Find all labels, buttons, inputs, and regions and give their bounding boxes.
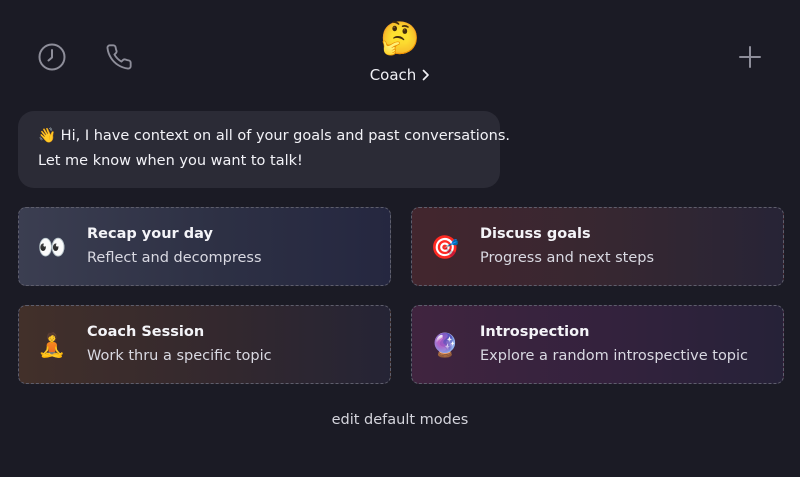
coach-message-bubble: 👋 Hi, I have context on all of your goal… <box>18 111 511 188</box>
new-chat-button[interactable] <box>732 39 768 75</box>
mode-card-recap-your-day[interactable]: 👀 Recap your day Reflect and decompress <box>18 207 391 286</box>
target-icon: 🎯 <box>430 234 460 261</box>
mode-description: Progress and next steps <box>480 250 655 266</box>
meditation-icon: 🧘 <box>37 332 67 359</box>
call-button[interactable] <box>101 39 137 75</box>
mode-card-coach-session[interactable]: 🧘 Coach Session Work thru a specific top… <box>18 305 391 384</box>
persona-selector[interactable]: 🤔 Coach <box>340 18 460 84</box>
mode-title: Introspection <box>480 324 590 340</box>
mode-title: Coach Session <box>87 324 205 340</box>
persona-name: Coach <box>369 66 417 84</box>
history-button[interactable] <box>34 39 70 75</box>
persona-thinking-emoji-icon: 🤔 <box>380 19 420 57</box>
chevron-right-icon <box>422 69 430 81</box>
mode-title: Discuss goals <box>480 226 591 242</box>
persona-name-row[interactable]: Coach <box>370 66 431 84</box>
mode-card-discuss-goals[interactable]: 🎯 Discuss goals Progress and next steps <box>411 207 784 286</box>
phone-icon <box>106 44 132 70</box>
eyes-icon: 👀 <box>37 234 67 261</box>
mode-description: Reflect and decompress <box>87 250 262 266</box>
message-line-1: 👋 Hi, I have context on all of your goal… <box>38 128 511 144</box>
edit-default-modes-link[interactable]: edit default modes <box>300 412 500 428</box>
clock-icon <box>38 43 66 71</box>
mode-description: Explore a random introspective topic <box>480 348 749 364</box>
plus-icon <box>739 46 761 68</box>
mode-description: Work thru a specific topic <box>87 348 272 364</box>
mode-card-introspection[interactable]: 🔮 Introspection Explore a random introsp… <box>411 305 784 384</box>
crystal-ball-icon: 🔮 <box>430 332 460 359</box>
message-line-2: Let me know when you want to talk! <box>38 153 303 169</box>
mode-title: Recap your day <box>87 226 213 242</box>
